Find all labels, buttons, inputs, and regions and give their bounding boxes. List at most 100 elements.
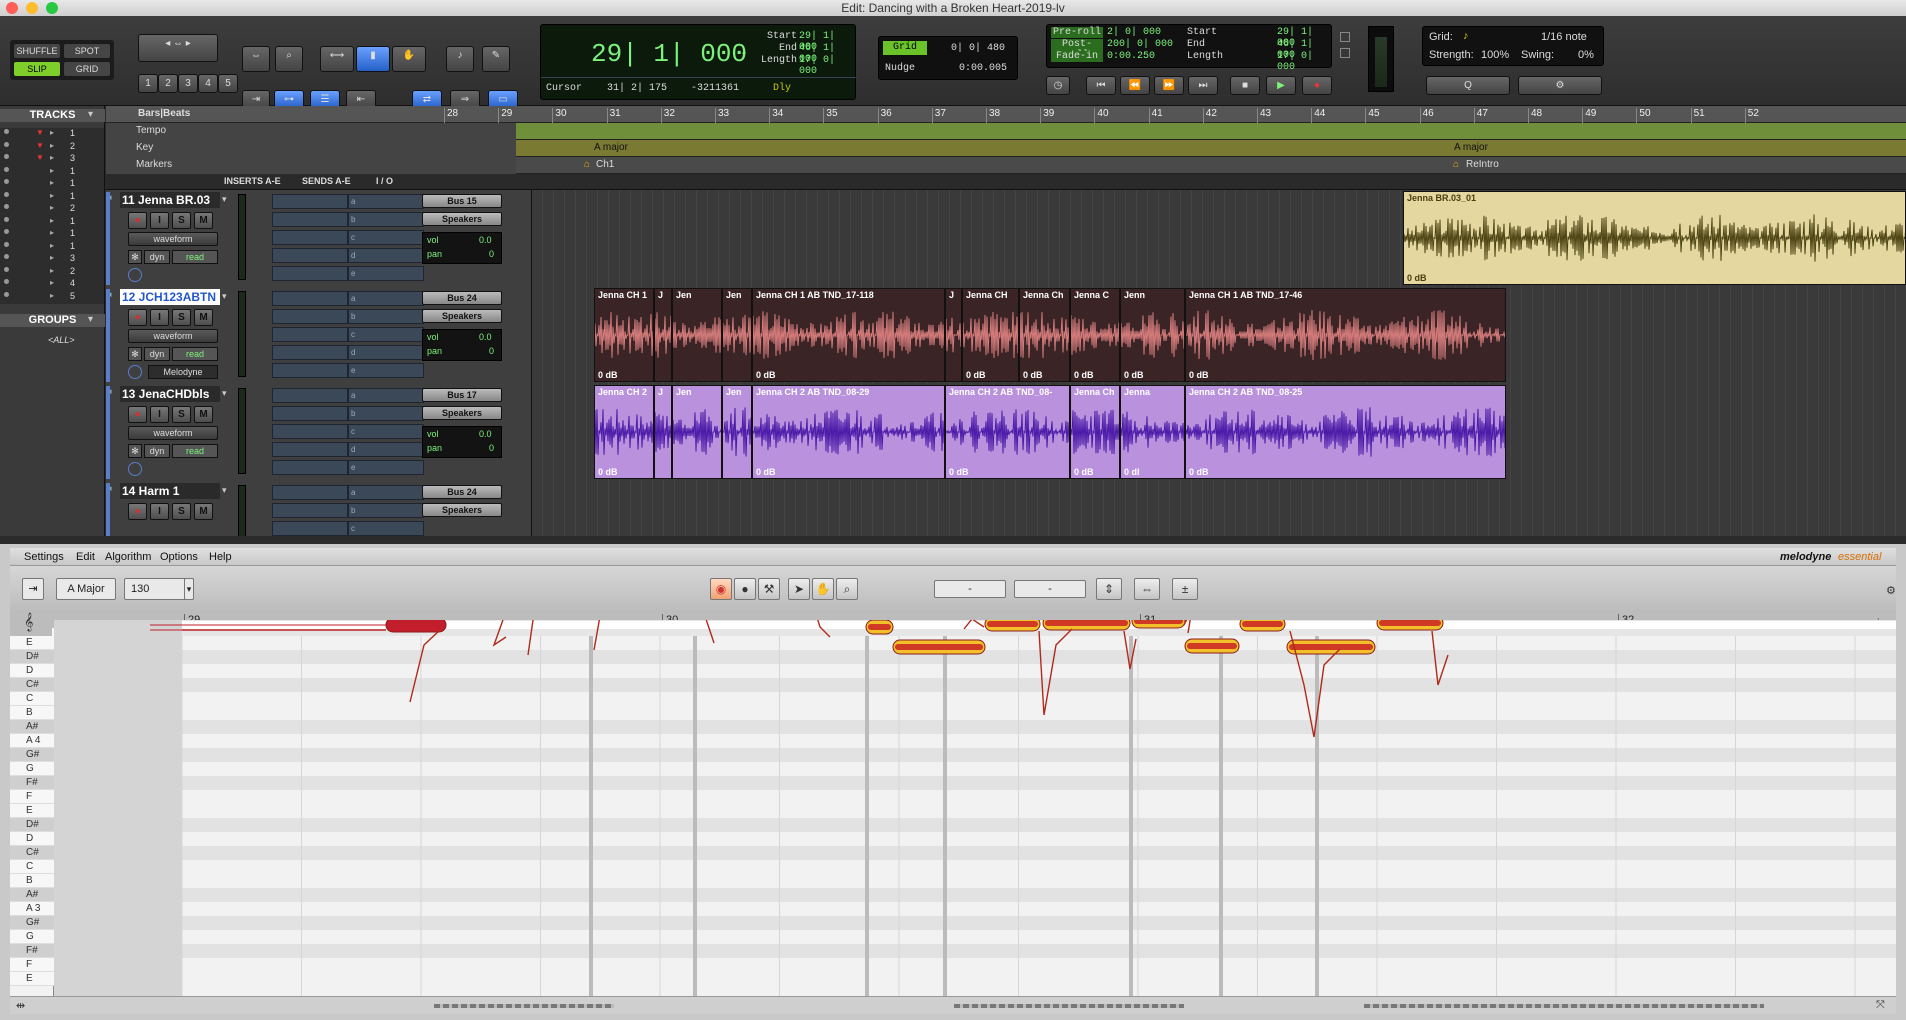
postroll-value[interactable]: 200| 0| 000	[1107, 39, 1173, 50]
quantize-button[interactable]: Q	[1426, 76, 1510, 95]
pitch-key[interactable]: E	[10, 636, 54, 650]
automation-mode-selector[interactable]: read	[172, 250, 218, 264]
go-to-end-icon[interactable]: ⏭	[1188, 76, 1218, 95]
record-enable-button[interactable]: ●	[128, 503, 147, 520]
clip-gain[interactable]: 0 dB	[598, 467, 618, 477]
bar-number[interactable]: 48	[1528, 108, 1542, 123]
bar-number[interactable]: 28	[444, 108, 458, 123]
input-monitor-button[interactable]: I	[150, 212, 169, 229]
track-list-row[interactable]: ▸ 1	[0, 178, 104, 190]
insert-slot[interactable]	[272, 388, 348, 403]
key-marker-a-major-2[interactable]: A major	[1454, 142, 1488, 153]
track-visible-icon[interactable]	[4, 229, 9, 234]
audio-clip[interactable]: Jenna CH 2 0 dB	[594, 385, 654, 479]
send-slot[interactable]: a	[348, 388, 424, 403]
track-playlist[interactable]: Jenna CH 1 0 dB J Jen Jen Jenna CH 1 AB TND_1…	[532, 287, 1906, 384]
spot-mode-button[interactable]: SPOT	[63, 43, 111, 59]
key-ruler[interactable]: Key A major A major	[106, 140, 1906, 157]
audio-clip[interactable]: Jenna 0 dl	[1120, 385, 1185, 479]
track-list-row[interactable]: ▸ 3	[0, 253, 104, 265]
send-slot[interactable]: c	[348, 327, 424, 342]
scroll-hand-icon[interactable]: ✋	[812, 578, 834, 600]
bar-number[interactable]: 38	[986, 108, 1000, 123]
pitch-key[interactable]: D#	[10, 650, 54, 664]
bar-number[interactable]: 32	[660, 108, 675, 123]
tracks-menu-icon[interactable]: ▾	[88, 109, 93, 120]
track-name[interactable]: 11 Jenna BR.03	[120, 192, 220, 208]
track-list-row[interactable]: ▼ ▸ 2	[0, 141, 104, 153]
solo-button[interactable]: S	[172, 503, 191, 520]
audio-clip[interactable]: Jenna CH 1 0 dB	[594, 288, 654, 382]
input-bus-selector[interactable]: Bus 24	[422, 291, 502, 305]
record-enable-button[interactable]: ●	[128, 212, 147, 229]
track-view-selector[interactable]: waveform	[128, 426, 218, 440]
insert-slot[interactable]	[272, 212, 348, 227]
tempo-ruler[interactable]: Tempo	[106, 123, 1906, 140]
insert-slot[interactable]	[272, 503, 348, 518]
insert-slot[interactable]	[272, 309, 348, 324]
audio-clip[interactable]: J	[654, 288, 672, 382]
melodyne-overview-strip[interactable]: ⇹ ⤧	[10, 996, 1896, 1014]
voice-icon[interactable]	[128, 462, 142, 476]
pitch-key[interactable]: B	[10, 874, 54, 888]
input-monitor-button[interactable]: I	[150, 309, 169, 326]
bar-number[interactable]: 51	[1690, 108, 1705, 123]
pitch-key[interactable]: E	[10, 804, 54, 818]
online-icon[interactable]: ◷	[1046, 76, 1070, 95]
output-selector[interactable]: Speakers	[422, 406, 502, 420]
pitch-key[interactable]: A#	[10, 720, 54, 734]
fadein-label[interactable]: Fade-in	[1051, 51, 1103, 62]
pitch-tool-icon[interactable]: ●	[734, 578, 756, 600]
pitch-key[interactable]: A 3	[10, 902, 54, 916]
track-list-row[interactable]: ▼ ▸ 1	[0, 128, 104, 140]
transfer-icon[interactable]: ⇥	[22, 578, 44, 600]
pitch-key[interactable]: F	[10, 958, 54, 972]
track-view-selector[interactable]: waveform	[128, 232, 218, 246]
input-monitor-button[interactable]: I	[150, 406, 169, 423]
track-visible-icon[interactable]	[4, 154, 9, 159]
track-name[interactable]: 12 JCH123ABTN	[120, 289, 220, 305]
track-playlist[interactable]: Jenna CH 2 0 dB J Jen Jen Jenna CH 2 AB TND_0…	[532, 384, 1906, 481]
mute-button[interactable]: M	[194, 309, 213, 326]
quantize-time-macro-icon[interactable]: ⇔	[1134, 578, 1160, 600]
track-list-row[interactable]: ▸ 2	[0, 266, 104, 278]
clip-gain[interactable]: 0 dB	[966, 370, 986, 380]
tempo-dropdown-icon[interactable]: ▾	[184, 578, 194, 600]
input-monitor-button[interactable]: I	[150, 503, 169, 520]
send-slot[interactable]: b	[348, 309, 424, 324]
zoom-preset-3[interactable]: 3	[178, 74, 198, 93]
bar-number[interactable]: 42	[1202, 108, 1217, 123]
melodyne-note-editor[interactable]	[54, 620, 1896, 996]
track-visible-icon[interactable]	[4, 291, 9, 297]
insert-slot[interactable]	[272, 363, 348, 378]
send-slot[interactable]: d	[348, 345, 424, 360]
track-playlist[interactable]: Jenna BR.03_01 0 dB	[532, 190, 1906, 287]
level-macro-icon[interactable]: ±	[1172, 578, 1198, 600]
voice-icon[interactable]	[128, 365, 142, 379]
pitch-key[interactable]: A 4	[10, 734, 54, 748]
length-value[interactable]: 17| 0| 000	[799, 55, 855, 77]
pitch-key[interactable]: G#	[10, 916, 54, 930]
input-bus-selector[interactable]: Bus 17	[422, 388, 502, 402]
audio-clip[interactable]: Jenna CH 2 AB TND_08-29 0 dB	[752, 385, 945, 479]
audio-clip[interactable]: Jenna C 0 dB	[1070, 288, 1120, 382]
fast-forward-icon[interactable]: ⏩	[1154, 76, 1184, 95]
smart-tool-icon[interactable]: ▮	[356, 46, 390, 72]
pitch-correct-macro-icon[interactable]: ⇕	[1096, 578, 1122, 600]
trim-tool-icon[interactable]: ⟷	[320, 46, 354, 72]
clip-gain[interactable]: 0 dB	[756, 370, 776, 380]
audio-clip[interactable]: Jen	[672, 288, 722, 382]
note-field-2[interactable]: -	[1014, 580, 1086, 598]
nudge-value[interactable]: 0:00.005	[959, 63, 1007, 74]
track-visible-icon[interactable]	[4, 279, 9, 284]
overview-left-icon[interactable]: ⇹	[16, 999, 25, 1012]
pitch-key[interactable]: F	[10, 790, 54, 804]
send-slot[interactable]: a	[348, 194, 424, 209]
send-slot[interactable]: d	[348, 442, 424, 457]
send-slot[interactable]: d	[348, 248, 424, 263]
send-slot[interactable]: b	[348, 212, 424, 227]
bar-number[interactable]: 30	[552, 108, 567, 123]
menu-algorithm[interactable]: Algorithm	[105, 551, 151, 563]
clip-gain[interactable]: 0 dB	[756, 467, 776, 477]
clip-gain[interactable]: 0 dB	[1124, 370, 1144, 380]
